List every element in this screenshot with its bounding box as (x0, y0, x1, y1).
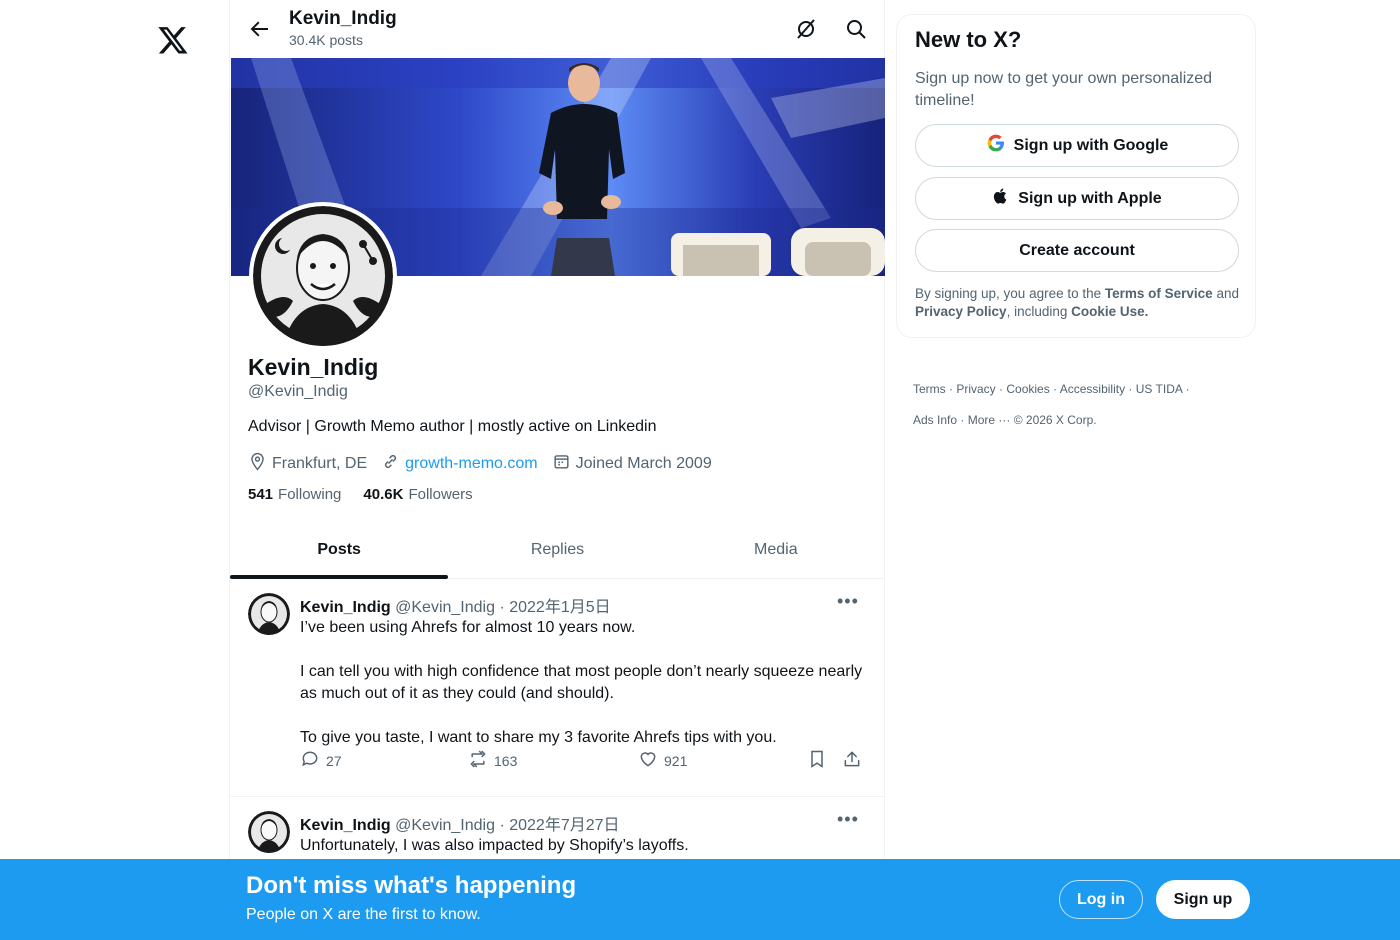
signup-google-label: Sign up with Google (1013, 136, 1169, 154)
footer-cookies-link[interactable]: Cookies (1006, 382, 1049, 396)
footer-copyright: © 2026 X Corp. (1013, 413, 1097, 427)
post-text: I’ve been using Ahrefs for almost 10 yea… (300, 619, 863, 746)
login-button[interactable]: Log in (1059, 880, 1143, 919)
post-header: Kevin_Indig @Kevin_Indig · 2022年1月5日 (300, 593, 611, 617)
profile-joined-date: Joined March 2009 (575, 455, 712, 472)
footer-more-link[interactable]: More ··· (968, 413, 1011, 427)
more-options-icon[interactable]: ••• (837, 809, 859, 830)
followers-label: Followers (408, 486, 473, 503)
footer-terms-link[interactable]: Terms (913, 382, 946, 396)
signup-legal-text: By signing up, you agree to the Terms of… (915, 285, 1239, 321)
location-pin-icon (248, 452, 272, 476)
like-count: 921 (664, 752, 688, 769)
profile-tabs: Posts Replies Media (230, 522, 885, 579)
tab-replies[interactable]: Replies (448, 522, 666, 578)
following-count: 541 (248, 486, 274, 503)
signup-subtitle: Sign up now to get your own personalized… (915, 70, 1213, 109)
like-button[interactable]: 921 (638, 749, 687, 772)
grok-icon[interactable] (794, 17, 818, 41)
footer-us-tida-link[interactable]: US TIDA (1136, 382, 1182, 396)
back-arrow-icon[interactable] (247, 17, 271, 41)
post-author-name[interactable]: Kevin_Indig (300, 599, 391, 616)
bottom-bar-title: Don't miss what's happening (246, 872, 577, 899)
calendar-icon (552, 452, 576, 476)
cookie-use-link[interactable]: Cookie Use. (1071, 304, 1148, 319)
right-sidebar: New to X? Sign up now to get your own pe… (896, 14, 1256, 427)
post-avatar[interactable] (248, 593, 290, 635)
signup-apple-button[interactable]: Sign up with Apple (915, 177, 1239, 220)
footer-ads-info-link[interactable]: Ads Info (913, 413, 957, 427)
footer-accessibility-link[interactable]: Accessibility (1060, 382, 1125, 396)
reply-button[interactable]: 27 (300, 749, 342, 772)
profile-header-bar: Kevin_Indig 30.4K posts (230, 0, 886, 58)
following-link[interactable]: 541 Following (248, 486, 341, 503)
bottom-bar-subtitle: People on X are the first to know. (246, 906, 481, 923)
signup-google-button[interactable]: Sign up with Google (915, 124, 1239, 167)
post-avatar[interactable] (248, 811, 290, 853)
post-item[interactable]: Kevin_Indig @Kevin_Indig · 2022年1月5日 •••… (230, 579, 885, 797)
post-author-handle[interactable]: @Kevin_Indig (395, 599, 495, 616)
legal-and: and (1212, 286, 1239, 301)
reply-icon (300, 749, 326, 772)
profile-avatar[interactable] (249, 202, 397, 350)
apple-icon (992, 186, 1018, 211)
post-date[interactable]: · 2022年7月27日 (499, 817, 619, 834)
create-account-button[interactable]: Create account (915, 229, 1239, 272)
signup-heading: New to X? (915, 27, 1022, 52)
privacy-policy-link[interactable]: Privacy Policy (915, 304, 1007, 319)
tab-media[interactable]: Media (667, 522, 885, 578)
search-icon[interactable] (844, 17, 868, 41)
footer-links: Terms · Privacy · Cookies · Accessibilit… (913, 382, 1190, 427)
heart-icon (638, 749, 664, 772)
location-item: Frankfurt, DE (248, 452, 367, 476)
followers-link[interactable]: 40.6K Followers (363, 486, 472, 503)
google-icon (986, 133, 1014, 158)
profile-column: Kevin_Indig 30.4K posts Kevin_Indig @Kev… (229, 0, 885, 940)
profile-website-link[interactable]: growth-memo.com (405, 455, 537, 473)
joined-item: Joined March 2009 (552, 452, 712, 476)
website-item[interactable]: growth-memo.com (381, 452, 538, 476)
profile-meta: Frankfurt, DE growth-memo.com Joined Mar… (248, 452, 726, 476)
profile-bio: Advisor | Growth Memo author | mostly ac… (248, 418, 657, 435)
repost-button[interactable]: 163 (468, 749, 517, 772)
signup-card: New to X? Sign up now to get your own pe… (896, 14, 1256, 338)
repost-icon (468, 749, 494, 772)
profile-name: Kevin_Indig (248, 354, 379, 380)
legal-including: , including (1006, 304, 1072, 319)
tab-posts[interactable]: Posts (230, 522, 449, 579)
followers-count: 40.6K (363, 486, 404, 503)
profile-location: Frankfurt, DE (272, 455, 368, 472)
post-actions: 27 163 921 (300, 749, 865, 773)
post-date[interactable]: · 2022年1月5日 (499, 599, 610, 616)
terms-of-service-link[interactable]: Terms of Service (1105, 286, 1213, 301)
following-label: Following (278, 486, 342, 503)
profile-handle: @Kevin_Indig (248, 383, 348, 400)
post-author-name[interactable]: Kevin_Indig (300, 817, 391, 834)
x-logo-icon[interactable] (157, 24, 189, 56)
more-options-icon[interactable]: ••• (837, 591, 859, 612)
repost-count: 163 (494, 752, 518, 769)
bottom-signup-bar: Don't miss what's happening People on X … (0, 859, 1400, 940)
page: Kevin_Indig 30.4K posts Kevin_Indig @Kev… (0, 0, 1400, 940)
share-icon[interactable] (842, 749, 868, 769)
reply-count: 27 (326, 752, 342, 769)
footer-privacy-link[interactable]: Privacy (956, 382, 995, 396)
link-icon (381, 452, 405, 476)
bookmark-icon[interactable] (807, 749, 833, 769)
post-text: Unfortunately, I was also impacted by Sh… (300, 837, 689, 854)
header-title: Kevin_Indig (289, 8, 397, 29)
post-author-handle[interactable]: @Kevin_Indig (395, 817, 495, 834)
legal-prefix: By signing up, you agree to the (915, 286, 1105, 301)
signup-button[interactable]: Sign up (1156, 880, 1250, 919)
profile-stats: 541 Following 40.6K Followers (248, 486, 495, 503)
signup-apple-label: Sign up with Apple (1018, 189, 1162, 207)
header-posts-count: 30.4K posts (289, 32, 363, 48)
post-header: Kevin_Indig @Kevin_Indig · 2022年7月27日 (300, 811, 620, 835)
